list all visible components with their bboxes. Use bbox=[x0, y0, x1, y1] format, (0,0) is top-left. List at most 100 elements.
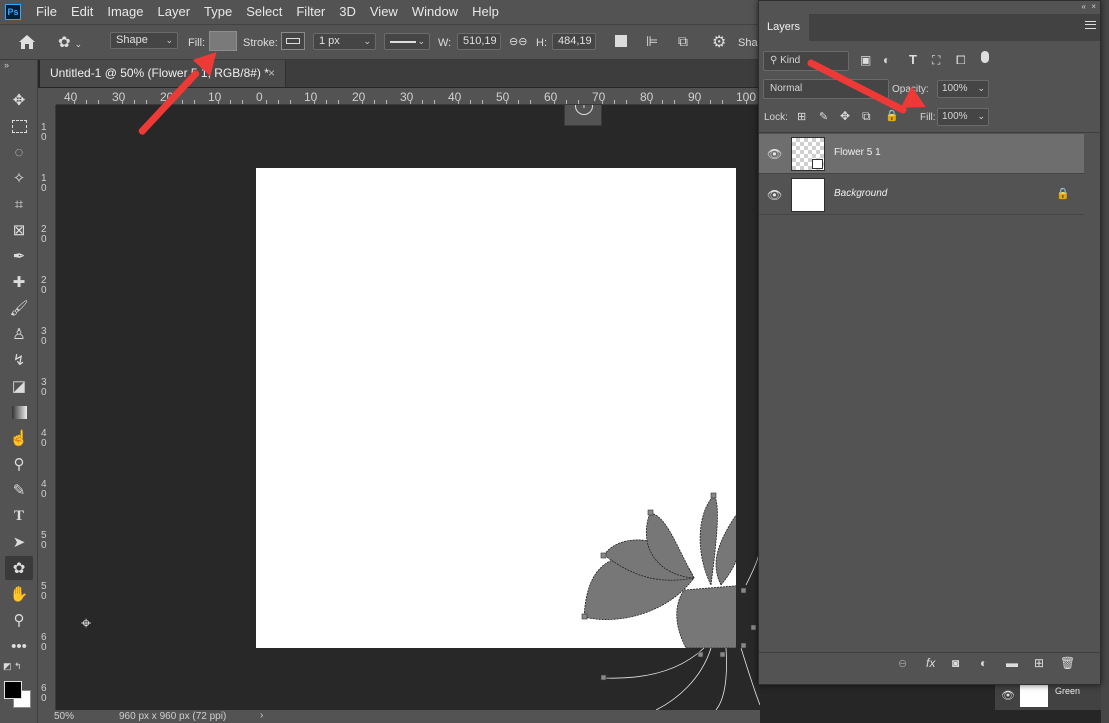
gear-icon[interactable]: ⚙ bbox=[712, 32, 726, 52]
info-icon[interactable]: i bbox=[575, 105, 593, 115]
ruler-label: 20 bbox=[41, 224, 47, 245]
link-layers-icon[interactable]: ⊖ bbox=[898, 657, 907, 670]
eraser-icon[interactable]: ◪ bbox=[5, 374, 33, 398]
zoom-level[interactable]: 50% bbox=[54, 711, 74, 722]
lock-position-icon[interactable]: ✥ bbox=[840, 109, 850, 123]
more-tools-icon[interactable]: ••• bbox=[5, 634, 33, 658]
collapse-icon[interactable]: » bbox=[4, 60, 9, 70]
document-info[interactable]: 960 px x 960 px (72 ppi) bbox=[119, 711, 226, 722]
filter-pixel-icon[interactable]: ▣ bbox=[860, 53, 871, 67]
dodge-tool-icon[interactable]: ⚲ bbox=[5, 452, 33, 476]
tab-layers[interactable]: Layers bbox=[759, 14, 809, 41]
menu-view[interactable]: View bbox=[363, 0, 405, 24]
zoom-tool-icon[interactable]: ⚲ bbox=[5, 608, 33, 632]
eye-icon[interactable]: 👁 bbox=[767, 188, 782, 202]
lasso-tool-icon[interactable]: ◌ bbox=[5, 140, 33, 164]
opacity-input[interactable]: 100% ⌄ bbox=[937, 80, 989, 98]
type-tool-icon[interactable]: T bbox=[5, 504, 33, 528]
frame-tool-icon[interactable]: ⊠ bbox=[5, 218, 33, 242]
menu-file[interactable]: File bbox=[29, 0, 64, 24]
new-layer-icon[interactable]: ⊞ bbox=[1034, 656, 1044, 670]
fx-icon[interactable]: fx bbox=[926, 656, 935, 670]
height-input[interactable]: 484,19 p bbox=[552, 33, 596, 50]
home-icon[interactable] bbox=[18, 34, 36, 50]
canvas-area[interactable]: ⌖ » × i bbox=[56, 105, 760, 710]
path-alignment-icon[interactable]: ⊫ bbox=[646, 33, 658, 50]
close-icon[interactable]: × bbox=[1091, 2, 1096, 11]
custom-shape-tool-icon[interactable]: ✿ bbox=[5, 556, 33, 580]
ruler-tick bbox=[338, 100, 339, 104]
menu-edit[interactable]: Edit bbox=[64, 0, 100, 24]
chevron-right-icon[interactable]: › bbox=[260, 710, 263, 721]
eyedropper-icon[interactable]: ✒ bbox=[5, 244, 33, 268]
filter-shape-icon[interactable]: ⛶ bbox=[932, 53, 940, 68]
marquee-tool-icon[interactable] bbox=[5, 114, 33, 138]
menu-select[interactable]: Select bbox=[239, 0, 289, 24]
width-input[interactable]: 510,19 p bbox=[457, 33, 501, 50]
filter-smart-object-icon[interactable]: ⧠ bbox=[956, 53, 966, 68]
stroke-width-select[interactable]: 1 px ⌄ bbox=[313, 33, 376, 50]
hand-tool-icon[interactable]: ✋ bbox=[5, 582, 33, 606]
filter-adjustment-icon[interactable]: ◐ bbox=[883, 53, 890, 67]
smudge-tool-icon[interactable]: ☝ bbox=[5, 426, 33, 450]
menu-filter[interactable]: Filter bbox=[289, 0, 332, 24]
document-tab-title: Untitled-1 @ 50% (Flower 5 1, RGB/8#) * bbox=[50, 66, 269, 80]
crop-tool-icon[interactable]: ⌗ bbox=[5, 192, 33, 216]
eye-icon[interactable]: 👁 bbox=[767, 147, 782, 161]
flower-shape[interactable] bbox=[56, 105, 760, 710]
ruler-label: 40 bbox=[448, 90, 462, 104]
link-icon[interactable]: ⊖⊖ bbox=[509, 35, 527, 48]
move-tool-icon[interactable]: ✥ bbox=[5, 88, 33, 112]
menu-type[interactable]: Type bbox=[197, 0, 239, 24]
menu-help[interactable]: Help bbox=[465, 0, 506, 24]
layer-row-flower[interactable]: 👁 Flower 5 1 bbox=[759, 134, 1084, 174]
path-arrangement-icon[interactable]: ⧉ bbox=[678, 33, 688, 50]
info-panel-collapsed[interactable]: » × i bbox=[564, 105, 602, 126]
menu-layer[interactable]: Layer bbox=[151, 0, 198, 24]
gradient-tool-icon[interactable] bbox=[5, 400, 33, 424]
healing-brush-icon[interactable]: ✚ bbox=[5, 270, 33, 294]
swap-colors-icon[interactable]: ◩ ↰ bbox=[3, 661, 22, 672]
layer-name[interactable]: Flower 5 1 bbox=[834, 147, 881, 158]
brush-tool-icon[interactable]: 🖌 bbox=[5, 296, 33, 320]
collapse-icon[interactable]: « bbox=[1082, 2, 1086, 11]
add-mask-icon[interactable]: ◙ bbox=[952, 656, 959, 670]
ruler-tick bbox=[266, 100, 267, 104]
menu-image[interactable]: Image bbox=[100, 0, 150, 24]
ruler-label: 70 bbox=[592, 90, 606, 104]
path-selection-icon[interactable]: ➤ bbox=[5, 530, 33, 554]
stamp-tool-icon[interactable]: ♙ bbox=[5, 322, 33, 346]
close-icon[interactable]: × bbox=[268, 60, 275, 86]
history-brush-icon[interactable]: ↯ bbox=[5, 348, 33, 372]
stroke-swatch[interactable] bbox=[281, 32, 305, 50]
horizontal-ruler: 40 30 20 10 0 10 20 30 40 50 60 70 80 90 100 bbox=[56, 88, 760, 105]
ruler-tick bbox=[86, 100, 87, 104]
custom-shape-tool-icon[interactable]: ✿ ⌄ bbox=[58, 33, 94, 51]
stroke-type-select[interactable]: ⌄ bbox=[384, 33, 430, 50]
fill-input[interactable]: 100% ⌄ bbox=[937, 108, 989, 126]
shape-mode-select[interactable]: Shape ⌄ bbox=[110, 32, 178, 49]
lock-artboard-icon[interactable]: ⧉ bbox=[862, 109, 871, 124]
new-group-icon[interactable]: ▬ bbox=[1006, 656, 1018, 670]
pen-tool-icon[interactable]: ✎ bbox=[5, 478, 33, 502]
menu-window[interactable]: Window bbox=[405, 0, 465, 24]
magic-wand-icon[interactable]: ✧ bbox=[5, 166, 33, 190]
ruler-tick bbox=[218, 100, 219, 104]
filter-type-icon[interactable]: T bbox=[909, 52, 917, 67]
menu-3d[interactable]: 3D bbox=[332, 0, 363, 24]
path-operations-icon[interactable] bbox=[615, 35, 627, 47]
document-tab[interactable]: Untitled-1 @ 50% (Flower 5 1, RGB/8#) * … bbox=[40, 60, 286, 87]
layer-filter-select[interactable]: ⚲ Kind bbox=[763, 51, 849, 71]
trash-icon[interactable]: 🗑 bbox=[1060, 656, 1075, 670]
filter-toggle-icon[interactable] bbox=[981, 51, 989, 63]
chevron-down-icon: ⌄ bbox=[977, 111, 985, 121]
foreground-color-swatch[interactable] bbox=[4, 681, 22, 699]
layer-name[interactable]: Background bbox=[834, 188, 887, 199]
adjustment-layer-icon[interactable]: ◐ bbox=[980, 656, 987, 670]
chevron-down-icon: ⌄ bbox=[977, 83, 985, 93]
lock-image-icon[interactable]: ✎ bbox=[819, 110, 828, 123]
stroke-width-value: 1 px bbox=[319, 35, 340, 47]
panel-menu-icon[interactable] bbox=[1085, 21, 1096, 29]
lock-transparent-icon[interactable]: ⊞ bbox=[797, 110, 806, 123]
layer-row-background[interactable]: 👁 Background 🔒 bbox=[759, 175, 1084, 215]
